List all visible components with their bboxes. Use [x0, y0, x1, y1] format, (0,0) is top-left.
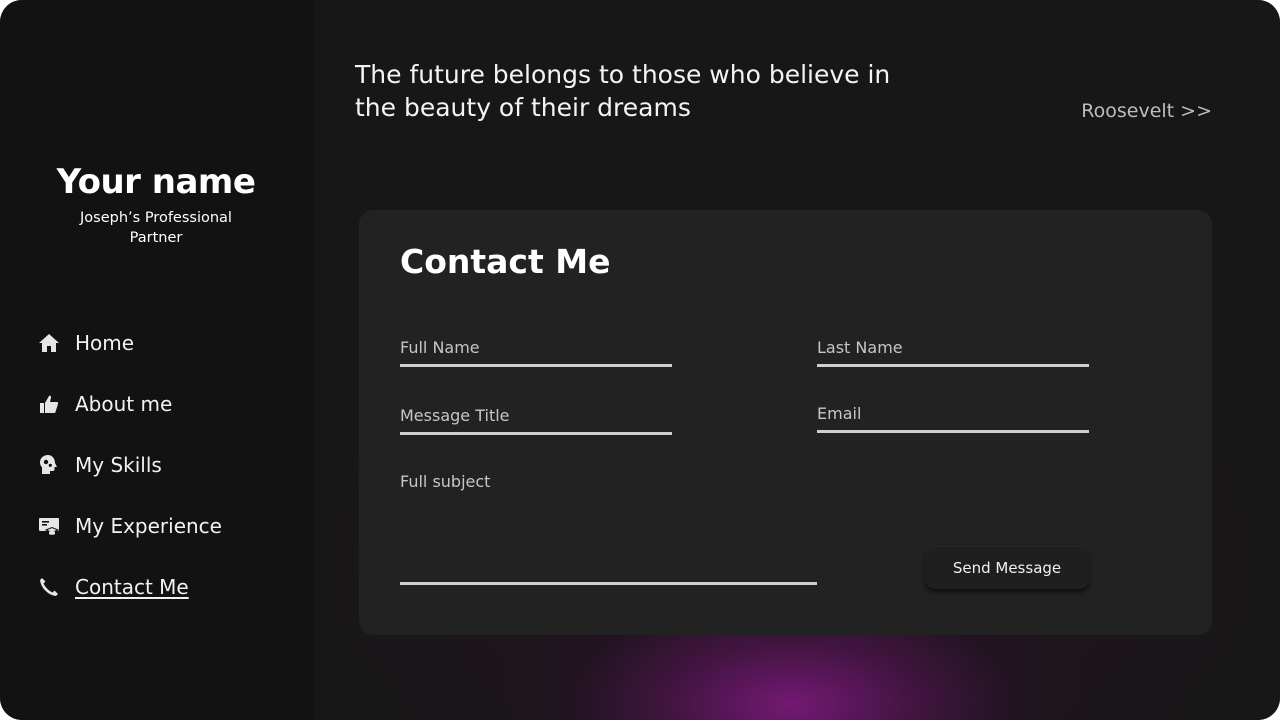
home-icon	[36, 330, 62, 356]
nav-label-home: Home	[75, 331, 135, 355]
nav-item-home[interactable]: Home	[36, 328, 134, 358]
full-subject-field	[400, 468, 817, 586]
nav-item-about[interactable]: About me	[36, 389, 172, 419]
profile-subtitle: Joseph’s Professional Partner	[80, 210, 232, 246]
brain-gears-icon	[36, 452, 62, 478]
nav-label-about: About me	[75, 392, 173, 416]
last-name-input[interactable]	[817, 330, 1089, 364]
thumbs-up-icon	[36, 391, 62, 417]
nav-label-skills: My Skills	[75, 453, 162, 477]
message-title-input[interactable]	[400, 398, 672, 432]
nav-label-contact: Contact Me	[75, 575, 189, 599]
graduation-certificate-icon	[36, 513, 62, 539]
nav-item-experience[interactable]: My Experience	[36, 511, 222, 541]
quote-text: The future belongs to those who believe …	[355, 60, 891, 122]
send-message-button[interactable]: Send Message	[925, 547, 1089, 589]
email-input[interactable]	[817, 396, 1089, 430]
profile-name: Your name	[56, 162, 256, 202]
full-name-input[interactable]	[400, 330, 672, 364]
last-name-field	[817, 330, 1089, 367]
full-subject-textarea[interactable]	[400, 468, 817, 586]
contact-title: Contact Me	[400, 242, 611, 281]
sidebar: Your name Joseph’s Professional Partner …	[0, 0, 314, 720]
phone-icon	[36, 574, 62, 600]
quote-author-link[interactable]: Roosevelt >>	[1040, 100, 1212, 122]
nav-item-contact[interactable]: Contact Me	[36, 572, 189, 602]
nav-item-skills[interactable]: My Skills	[36, 450, 162, 480]
message-title-field	[400, 398, 672, 435]
contact-form-card: Contact Me Send Message	[359, 210, 1212, 635]
app-window: Your name Joseph’s Professional Partner …	[0, 0, 1280, 720]
full-name-field	[400, 330, 672, 367]
email-field	[817, 396, 1089, 433]
nav-label-experience: My Experience	[75, 514, 222, 538]
